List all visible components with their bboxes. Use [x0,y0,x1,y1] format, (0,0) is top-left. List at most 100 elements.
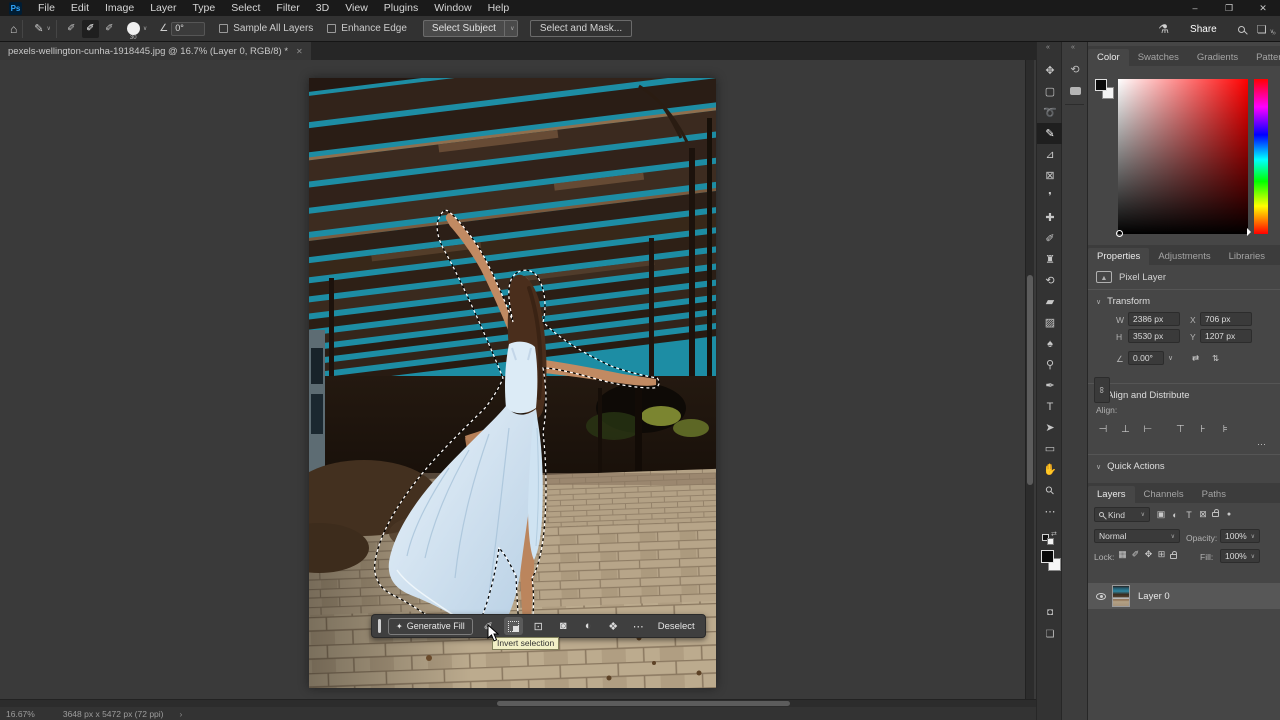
tool-spot-healing[interactable]: ✚ [1037,207,1063,228]
tool-frame[interactable]: ⊠ [1037,165,1063,186]
flip-vertical-icon[interactable]: ⇅ [1212,353,1219,364]
filter-pixel-layers-icon[interactable]: ▣ [1154,509,1168,520]
beaker-icon[interactable]: ⚗ [1158,22,1169,36]
x-input[interactable]: 706 px [1200,312,1252,326]
filter-shape-layers-icon[interactable]: ⊠ [1196,509,1210,520]
chevron-down-icon[interactable]: ∨ [1168,354,1173,362]
edit-toolbar-button[interactable]: ⋯ [1037,501,1063,522]
history-panel-icon[interactable]: ⟲ [1062,58,1088,80]
transform-selection-button[interactable]: ⊡ [529,617,548,635]
tool-move[interactable]: ✥ [1037,60,1063,81]
tool-eraser[interactable]: ▰ [1037,291,1063,312]
filter-toggle-icon[interactable]: ● [1222,511,1236,518]
tab-paths[interactable]: Paths [1193,486,1235,503]
align-section-header[interactable]: ∨ Align and Distribute [1088,384,1280,405]
align-bottom-button[interactable]: ⊧ [1216,424,1234,435]
layer-row[interactable]: Layer 0 [1088,583,1280,609]
active-tool-preset[interactable]: ✎ ∨ [34,22,51,35]
tab-adjustments[interactable]: Adjustments [1149,248,1219,265]
foreground-color-swatch[interactable] [1041,550,1054,563]
more-options-button[interactable]: ⋯ [629,617,648,635]
add-selection-mode-button[interactable]: ✐ [82,20,99,38]
flip-horizontal-icon[interactable]: ⇄ [1192,353,1199,364]
saturation-brightness-field[interactable] [1118,79,1248,234]
restore-button[interactable]: ❐ [1212,3,1246,14]
transform-section-header[interactable]: ∨ Transform [1088,290,1280,311]
fill-input[interactable]: 100% ∨ [1220,549,1260,563]
filter-adjustment-layers-icon[interactable]: ◐ [1168,510,1182,520]
invert-selection-button[interactable] [504,617,523,635]
layer-visibility-eye-icon[interactable] [1096,593,1106,600]
filter-type-layers-icon[interactable]: T [1182,510,1196,520]
hue-slider[interactable] [1254,79,1268,234]
select-and-mask-button[interactable]: Select and Mask... [530,20,632,37]
select-subject-button[interactable]: Select Subject [423,20,504,37]
blend-mode-dropdown[interactable]: Normal ∨ [1094,529,1180,543]
menu-view[interactable]: View [337,2,376,14]
taskbar-drag-handle[interactable] [378,619,381,633]
tool-eyedropper[interactable]: ❜ [1037,186,1063,207]
opacity-input[interactable]: 100% ∨ [1220,529,1260,543]
tool-gradient[interactable]: ▨ [1037,312,1063,333]
zoom-level[interactable]: 16.67% [6,709,35,719]
minimize-button[interactable]: – [1178,3,1212,13]
align-right-button[interactable]: ⊢ [1139,424,1157,435]
layer-thumbnail[interactable] [1112,585,1130,607]
foreground-color-swatch[interactable] [1095,79,1107,91]
collapse-panels-icon[interactable]: « [1071,44,1075,51]
tool-clone-stamp[interactable]: ♜ [1037,249,1063,270]
tab-swatches[interactable]: Swatches [1129,49,1188,66]
tool-hand[interactable]: ✋ [1037,459,1063,480]
horizontal-scrollbar-thumb[interactable] [497,701,790,706]
tool-zoom[interactable]: ⚲ [1037,480,1063,501]
menu-image[interactable]: Image [97,2,142,14]
horizontal-scrollbar[interactable] [0,699,1036,707]
vertical-scrollbar[interactable] [1025,60,1034,699]
close-button[interactable]: ✕ [1246,3,1280,14]
enhance-edge-option[interactable]: Enhance Edge [327,23,407,34]
quick-mask-button[interactable]: ◘ [1037,602,1063,622]
tab-close-icon[interactable]: ✕ [296,47,303,56]
search-icon[interactable] [1238,26,1245,33]
hue-slider-marker[interactable] [1247,228,1255,236]
collapse-toolbar-icon[interactable]: « [1046,44,1050,51]
sample-all-layers-option[interactable]: Sample All Layers [219,23,313,34]
menu-type[interactable]: Type [184,2,223,14]
link-dimensions-button[interactable]: ∞ [1094,377,1110,403]
tool-history-brush[interactable]: ⟲ [1037,270,1063,291]
align-more-button[interactable]: ⋯ [1088,437,1280,450]
deselect-button[interactable]: Deselect [658,621,695,632]
new-selection-mode-button[interactable]: ✐ [63,20,80,38]
tool-quick-selection[interactable]: ✎ [1037,123,1063,144]
lock-transparency-icon[interactable]: ▦ [1116,549,1129,560]
menu-layer[interactable]: Layer [142,2,184,14]
layer-filter-kind-dropdown[interactable]: Kind ∨ [1094,507,1150,522]
create-adjustment-button[interactable]: ◐ [579,617,598,635]
tab-libraries[interactable]: Libraries [1220,248,1274,265]
lock-pixels-icon[interactable]: ✐ [1129,549,1142,560]
lock-artboard-icon[interactable]: ⊞ [1155,549,1168,560]
tab-channels[interactable]: Channels [1135,486,1193,503]
generative-fill-button[interactable]: ✦ Generative Fill [388,618,473,635]
status-chevron-icon[interactable]: › [180,709,183,719]
lock-all-icon[interactable] [1170,554,1177,559]
menu-help[interactable]: Help [480,2,518,14]
align-middle-button[interactable]: ⊦ [1194,424,1212,435]
tool-blur[interactable]: ♠ [1037,333,1063,354]
tool-lasso[interactable]: ➰ [1037,102,1063,123]
menu-select[interactable]: Select [223,2,268,14]
tool-rectangular-marquee[interactable]: ▢ [1037,81,1063,102]
angle-input[interactable]: 0.00° [1128,351,1164,365]
tab-color[interactable]: Color [1088,49,1129,66]
align-left-button[interactable]: ⊣ [1094,424,1112,435]
create-mask-button[interactable]: ◙ [554,617,573,635]
tool-brush[interactable]: ✐ [1037,228,1063,249]
photo-canvas[interactable] [309,78,716,688]
menu-edit[interactable]: Edit [63,2,97,14]
brush-size-picker[interactable]: 30 ∨ [127,22,147,35]
menu-window[interactable]: Window [426,2,479,14]
comments-panel-icon[interactable] [1062,80,1088,102]
y-input[interactable]: 1207 px [1200,329,1252,343]
vertical-scrollbar-thumb[interactable] [1027,275,1033,485]
document-tab[interactable]: pexels-wellington-cunha-1918445.jpg @ 16… [0,42,311,60]
